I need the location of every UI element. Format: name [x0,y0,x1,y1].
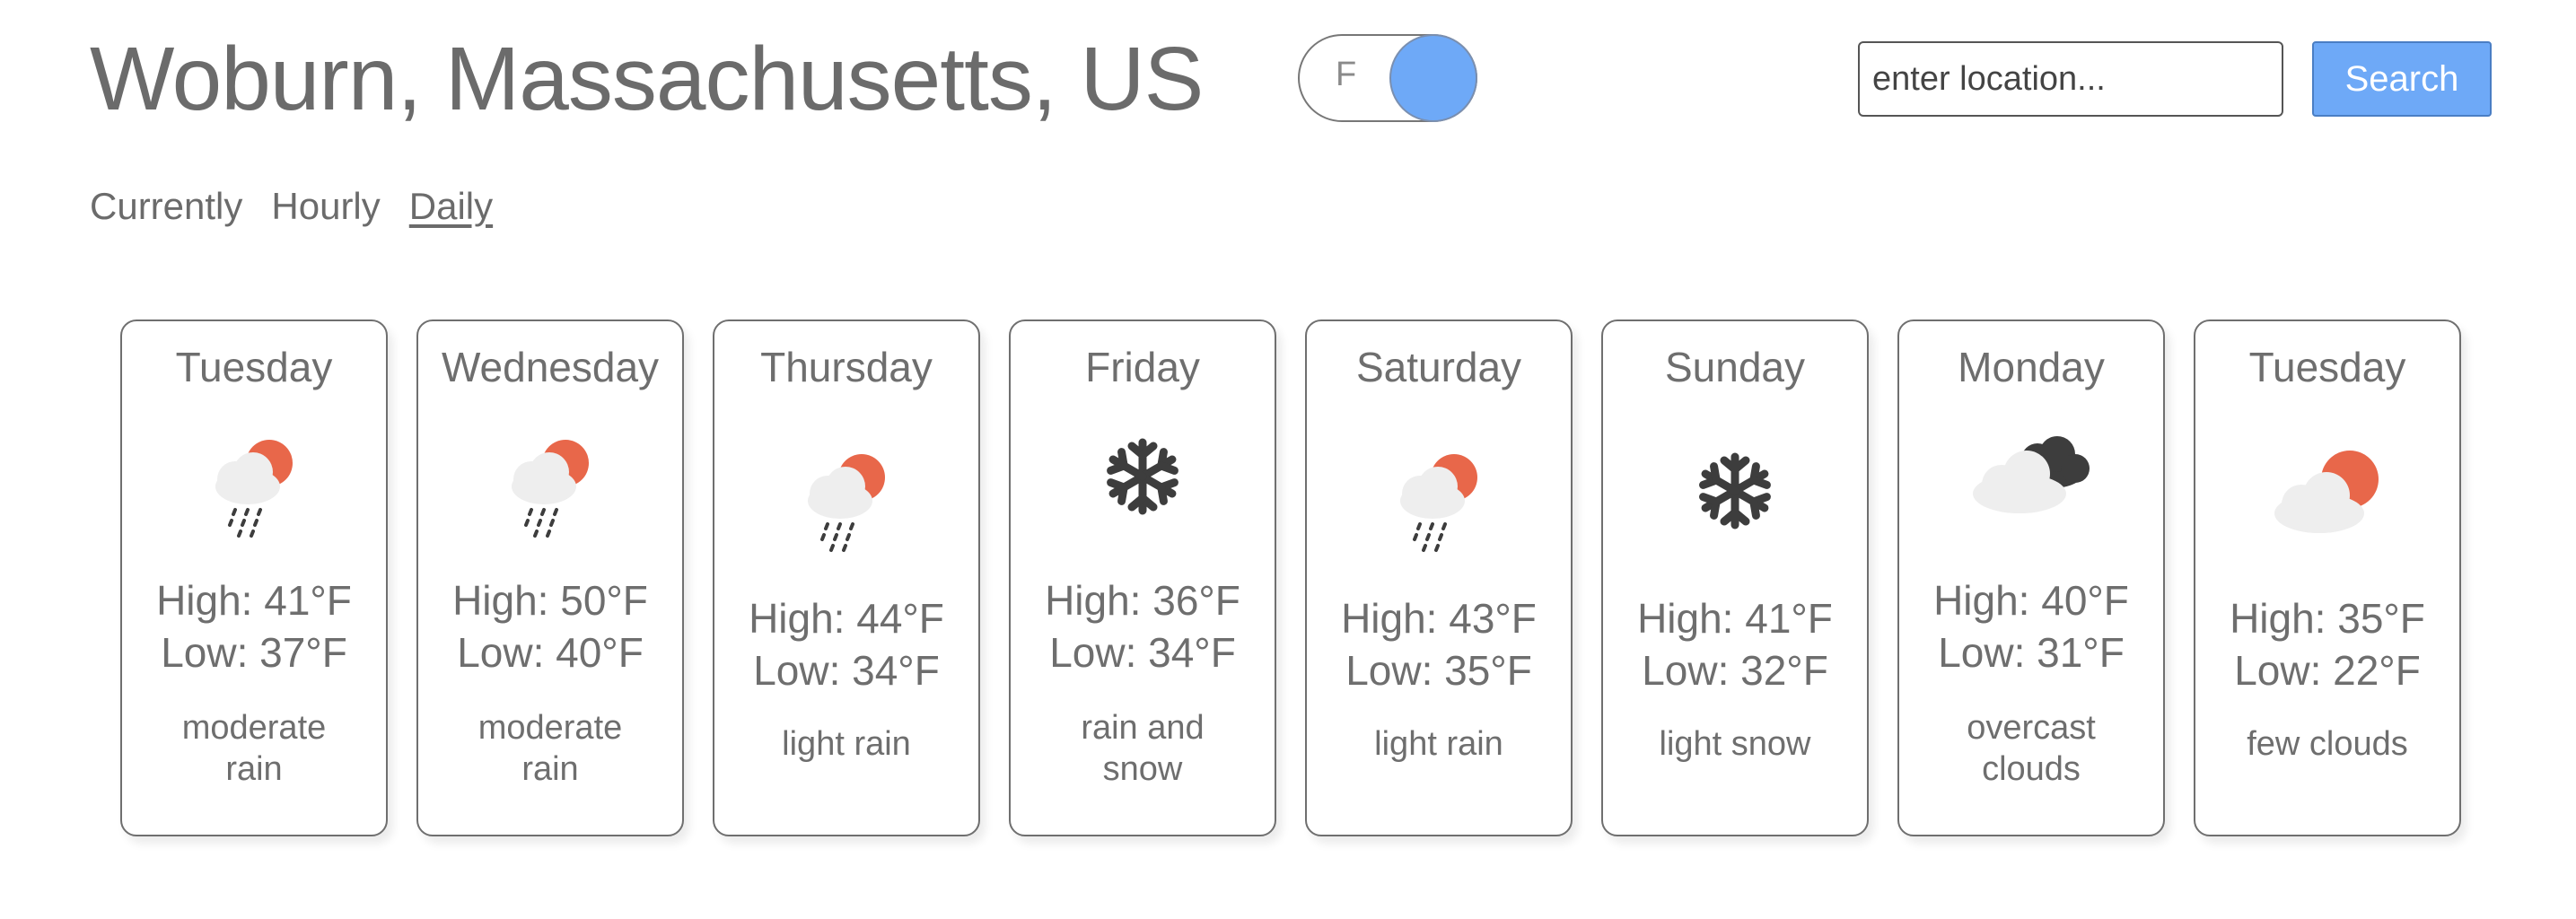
rain-sun-icon [1307,442,1571,558]
description-line: snow [1102,750,1183,788]
high-temp: High: 41°F [156,577,352,624]
low-temp: Low: 40°F [457,629,644,676]
high-temp: High: 44°F [749,595,944,642]
day-card: Wednesday High: 50°F Low: 40°F moderate … [416,319,684,836]
location-title: Woburn, Massachusetts, US [90,29,1204,129]
low-temp: Low: 34°F [1049,629,1236,676]
high-temp: High: 40°F [1933,577,2129,624]
high-temp: High: 41°F [1637,595,1833,642]
tab-currently[interactable]: Currently [90,185,242,228]
day-card: Thursday High: 44°F Low: 34°F light rain [713,319,980,836]
rain-sun-icon [418,427,682,544]
temperatures: High: 36°F Low: 34°F [1011,574,1275,678]
low-temp: Low: 32°F [1642,647,1828,694]
weather-description: light rain [714,723,978,765]
rain-sun-icon [122,427,386,544]
temperatures: High: 41°F Low: 37°F [122,574,386,678]
high-temp: High: 36°F [1045,577,1240,624]
day-card: Saturday High: 43°F Low: 35°F light rain [1305,319,1573,836]
temperatures: High: 40°F Low: 31°F [1899,574,2163,678]
temperatures: High: 43°F Low: 35°F [1307,592,1571,696]
temperatures: High: 44°F Low: 34°F [714,592,978,696]
toggle-knob[interactable] [1389,34,1477,122]
description-line: moderate [478,709,623,747]
high-temp: High: 43°F [1341,595,1537,642]
description-line: clouds [1982,750,2081,788]
day-name: Sunday [1664,344,1805,390]
day-card: Monday High: 40°F Low: 31°F overcast clo… [1897,319,2165,836]
location-search-input[interactable] [1858,41,2283,117]
day-card: Friday High: 36°F Low: 34°F rain and sno… [1009,319,1276,836]
snowflake-icon [1603,442,1867,558]
tab-hourly[interactable]: Hourly [271,185,380,228]
weather-description: rain and snow [1011,707,1275,790]
unit-toggle[interactable]: F [1298,34,1477,122]
day-name: Thursday [760,344,933,390]
description-line: light rain [1374,725,1503,763]
day-card: Sunday High: 41°F Low: 32°F light snow [1601,319,1869,836]
high-temp: High: 50°F [452,577,648,624]
tab-daily[interactable]: Daily [409,185,493,228]
daily-forecast: Tuesday High: 41°F Low: 37°F moderate ra… [120,319,2463,836]
weather-description: moderate rain [122,707,386,790]
day-name: Saturday [1355,344,1522,390]
day-name: Friday [1085,344,1200,390]
description-line: few clouds [2247,725,2408,763]
low-temp: Low: 31°F [1938,629,2125,676]
snowflake-icon [1011,427,1275,544]
weather-description: moderate rain [418,707,682,790]
description-line: light rain [782,725,911,763]
description-line: rain [225,750,283,788]
low-temp: Low: 37°F [161,629,347,676]
description-line: rain and [1081,709,1205,747]
description-line: moderate [181,709,327,747]
rain-sun-icon [714,442,978,558]
weather-description: light snow [1603,723,1867,765]
day-card: Tuesday High: 41°F Low: 37°F moderate ra… [120,319,388,836]
temperatures: High: 35°F Low: 22°F [2195,592,2459,696]
temperatures: High: 50°F Low: 40°F [418,574,682,678]
low-temp: Low: 22°F [2234,647,2421,694]
low-temp: Low: 34°F [753,647,940,694]
description-line: overcast [1967,709,2096,747]
high-temp: High: 35°F [2230,595,2425,642]
day-name: Tuesday [175,344,333,390]
temperatures: High: 41°F Low: 32°F [1603,592,1867,696]
low-temp: Low: 35°F [1345,647,1532,694]
weather-description: overcast clouds [1899,707,2163,790]
weather-description: few clouds [2195,723,2459,765]
unit-toggle-label: F [1336,56,1357,93]
day-name: Tuesday [2248,344,2406,390]
weather-description: light rain [1307,723,1571,765]
description-line: light snow [1659,725,1811,763]
overcast-clouds-icon [1899,427,2163,544]
day-card: Tuesday High: 35°F Low: 22°F few clouds [2194,319,2461,836]
description-line: rain [521,750,579,788]
search-button[interactable]: Search [2312,41,2492,117]
day-name: Monday [1958,344,2105,390]
view-tabs: Currently Hourly Daily [90,185,493,228]
partly-cloudy-icon [2195,442,2459,558]
day-name: Wednesday [441,344,660,390]
